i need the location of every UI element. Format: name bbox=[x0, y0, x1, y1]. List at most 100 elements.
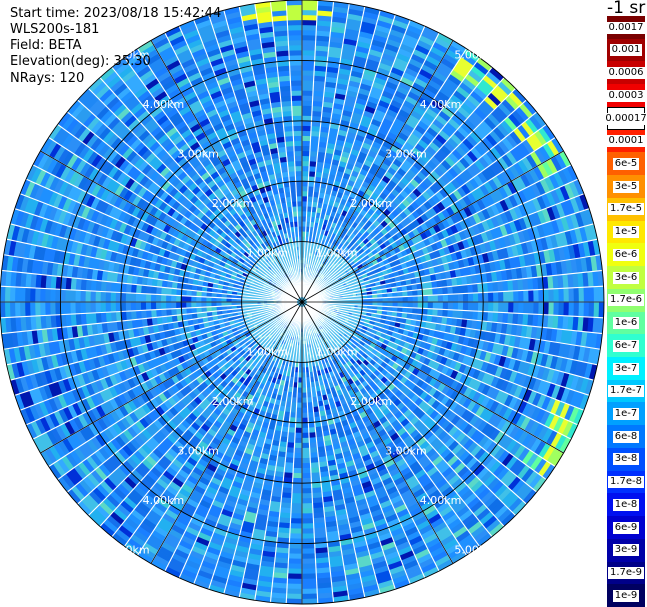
ppi-cell bbox=[286, 4, 302, 11]
ppi-cell bbox=[296, 200, 302, 207]
ppi-cell bbox=[291, 498, 302, 504]
ppi-cell bbox=[286, 593, 302, 600]
ppi-cell bbox=[295, 175, 302, 182]
ppi-cell bbox=[302, 563, 316, 570]
ppi-cell bbox=[115, 292, 122, 302]
ppi-cell bbox=[150, 286, 157, 295]
ppi-cell bbox=[175, 295, 182, 302]
ppi-cell bbox=[145, 293, 152, 302]
ppi-cell bbox=[296, 397, 302, 404]
ppi-cell bbox=[308, 427, 316, 434]
ppi-cell bbox=[302, 583, 318, 590]
ppi-cell bbox=[290, 90, 302, 96]
ppi-cell bbox=[54, 302, 61, 315]
ppi-cell bbox=[135, 302, 142, 311]
ppi-cell bbox=[302, 533, 315, 539]
ppi-cell bbox=[295, 412, 302, 419]
ppi-cell bbox=[19, 302, 26, 317]
ppi-cell bbox=[302, 160, 310, 167]
ppi-cell bbox=[155, 302, 162, 310]
ppi-cell bbox=[302, 75, 314, 81]
ppi-cell bbox=[200, 302, 207, 308]
ppi-cell bbox=[302, 200, 308, 207]
ppi-cell bbox=[302, 447, 310, 454]
ppi-cell bbox=[290, 80, 302, 86]
ppi-cell bbox=[185, 302, 192, 309]
ppi-cell bbox=[293, 130, 302, 137]
ppi-cell bbox=[523, 302, 529, 314]
ppi-cell bbox=[4, 302, 11, 318]
ppi-cell bbox=[190, 302, 197, 308]
ppi-cell bbox=[287, 160, 295, 167]
ppi-cell bbox=[302, 34, 316, 41]
ppi-cell bbox=[302, 462, 311, 469]
ppi-cell bbox=[309, 155, 318, 162]
ppi-cell bbox=[170, 295, 177, 302]
ppi-cell bbox=[302, 487, 313, 494]
ppi-cell bbox=[302, 422, 309, 429]
ppi-cell bbox=[302, 95, 313, 101]
ppi-cell bbox=[49, 288, 56, 302]
ppi-cell bbox=[302, 558, 316, 565]
ppi-cell bbox=[110, 291, 117, 302]
ppi-cell bbox=[54, 289, 61, 302]
ppi-cell bbox=[110, 302, 117, 313]
ppi-cell bbox=[302, 482, 312, 489]
ppi-cell bbox=[291, 100, 302, 106]
ppi-cell bbox=[467, 302, 474, 311]
ppi-cell bbox=[288, 553, 302, 560]
ppi-cell bbox=[302, 44, 316, 51]
ppi-cell bbox=[292, 472, 302, 479]
ppi-cell bbox=[288, 44, 302, 51]
ppi-cell bbox=[135, 293, 142, 302]
ppi-cell bbox=[125, 292, 132, 302]
ppi-cell bbox=[289, 528, 302, 534]
ppi-cell bbox=[302, 578, 317, 585]
ppi-cell bbox=[296, 195, 302, 202]
ppi-cell bbox=[543, 302, 550, 315]
ppi-cell bbox=[287, 573, 302, 580]
ppi-cell bbox=[528, 302, 534, 315]
ppi-cell bbox=[294, 437, 302, 444]
ppi-cell bbox=[437, 309, 444, 317]
ppi-cell bbox=[289, 54, 302, 61]
ppi-cell bbox=[49, 302, 56, 316]
ppi-cell bbox=[462, 302, 469, 311]
ppi-cell bbox=[155, 309, 162, 318]
ppi-cell bbox=[165, 294, 172, 302]
ppi-scan-plot: 1.00km 1.00km1.00km 1.00km2.00km 2.00km2.00… bbox=[0, 0, 605, 605]
ppi-cell bbox=[190, 296, 197, 302]
ppi-cell bbox=[287, 19, 302, 26]
ppi-cell bbox=[295, 185, 302, 192]
ppi-cell bbox=[75, 302, 81, 314]
ppi-cell bbox=[302, 54, 315, 61]
ppi-cell bbox=[292, 125, 302, 132]
ppi-cell bbox=[437, 302, 444, 310]
ppi-cell bbox=[578, 302, 585, 317]
ppi-cell bbox=[289, 70, 302, 76]
ppi-cell bbox=[287, 24, 302, 31]
ppi-cell bbox=[302, 503, 313, 509]
ppi-cell bbox=[288, 170, 296, 177]
ppi-cell bbox=[498, 302, 504, 313]
ppi-cell bbox=[290, 518, 302, 524]
ppi-cell bbox=[160, 302, 167, 310]
ppi-cell bbox=[302, 170, 309, 177]
ppi-cell bbox=[295, 170, 302, 177]
ppi-cell bbox=[302, 175, 309, 182]
ppi-cell bbox=[302, 518, 314, 524]
ppi-cell bbox=[302, 80, 314, 86]
ppi-cell bbox=[80, 302, 86, 314]
ppi-cell bbox=[288, 563, 302, 570]
ppi-cell bbox=[0, 302, 6, 318]
ppi-cell bbox=[296, 407, 302, 414]
ppi-cell bbox=[302, 437, 310, 444]
ppi-cell bbox=[160, 309, 167, 317]
ppi-cell bbox=[170, 288, 177, 296]
ppi-cell bbox=[432, 308, 439, 317]
ppi-cell bbox=[4, 286, 11, 302]
ppi-cell bbox=[588, 302, 595, 318]
ppi-cell bbox=[293, 467, 302, 474]
ppi-cell bbox=[195, 296, 202, 302]
ppi-cell bbox=[286, 9, 302, 16]
